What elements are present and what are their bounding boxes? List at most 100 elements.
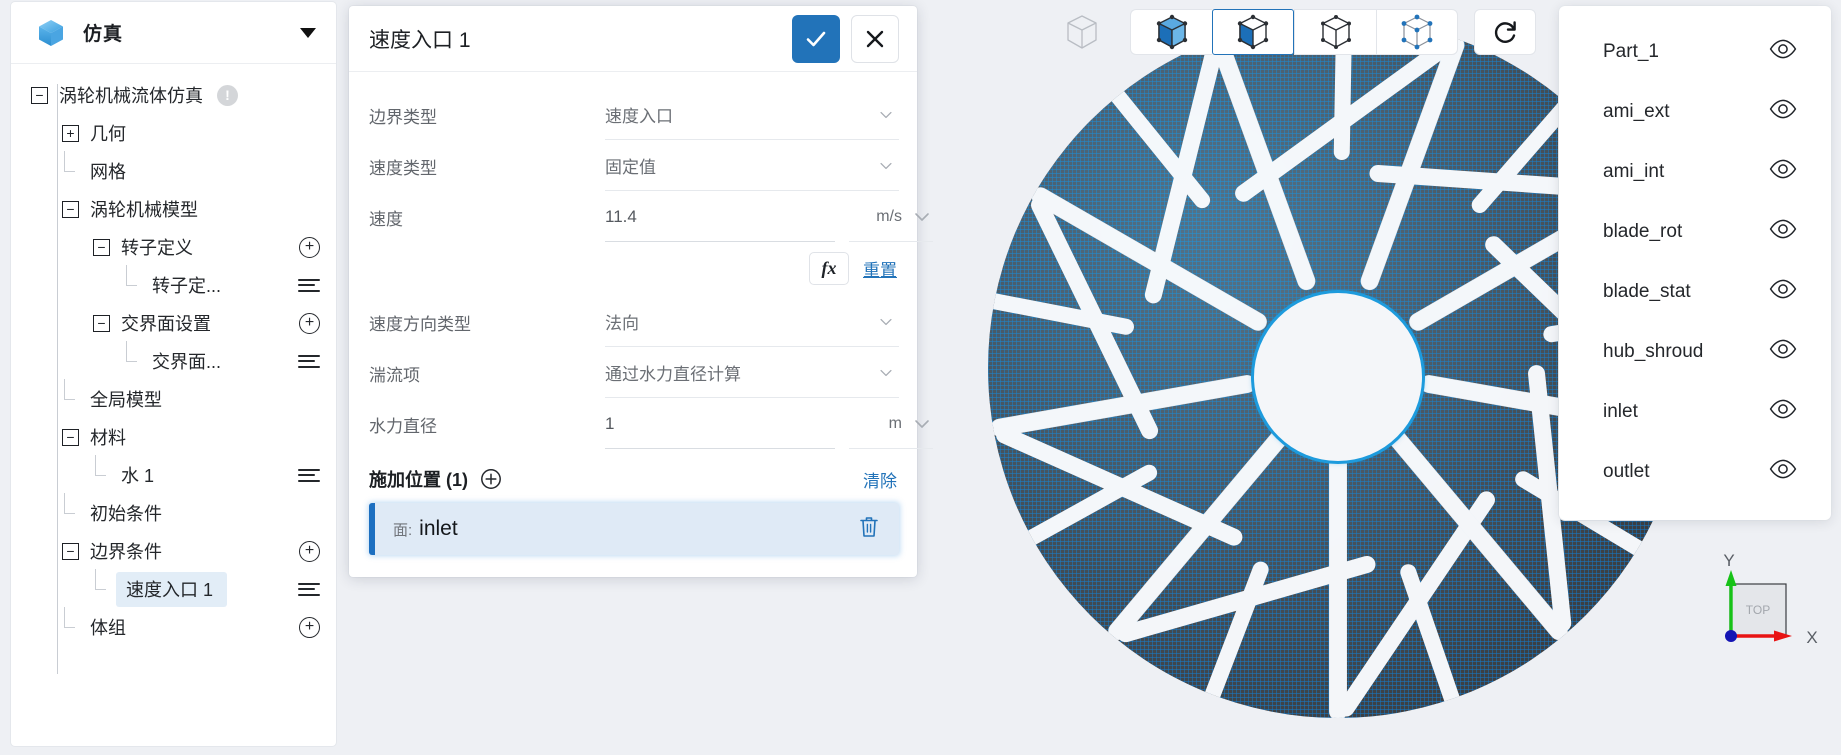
part-row[interactable]: blade_rot <box>1559 202 1831 262</box>
form-row: 水力直径 1 m <box>369 399 933 450</box>
part-row[interactable]: inlet <box>1559 382 1831 442</box>
field-input[interactable]: 1 <box>605 399 835 449</box>
confirm-button[interactable] <box>792 14 840 63</box>
part-row[interactable]: ami_int <box>1559 142 1831 202</box>
eye-icon[interactable] <box>1769 219 1797 245</box>
eye-icon[interactable] <box>1769 459 1797 485</box>
trash-icon[interactable] <box>857 514 881 545</box>
collapse-icon[interactable]: − <box>31 86 48 104</box>
tree-item-13[interactable]: 速度入口 1 <box>11 568 336 608</box>
item-menu-icon[interactable] <box>298 275 320 295</box>
shaded-view-button[interactable] <box>1130 9 1212 55</box>
item-menu-icon[interactable] <box>298 351 320 371</box>
collapse-icon[interactable]: − <box>93 238 110 256</box>
blade-slot-outer <box>988 291 1136 337</box>
part-row[interactable]: hub_shroud <box>1559 322 1831 382</box>
tree-elbow-icon <box>62 378 79 408</box>
item-menu-icon[interactable] <box>298 465 320 485</box>
collapse-icon[interactable]: − <box>62 542 79 560</box>
app-title: 仿真 <box>83 24 124 45</box>
cube-outline-icon <box>1060 10 1104 54</box>
add-item-icon[interactable]: + <box>299 540 320 562</box>
tree-item-2[interactable]: 网格 <box>11 150 336 190</box>
part-label: hub_shroud <box>1603 341 1704 362</box>
caret-down-icon[interactable] <box>300 27 316 38</box>
field-select[interactable]: 法向 <box>605 297 899 347</box>
field-value: 通过水力直径计算 <box>605 365 741 384</box>
tree-item-7[interactable]: 交界面... <box>11 340 336 380</box>
dialog-title: 速度入口 1 <box>369 28 471 52</box>
field-select[interactable]: 速度入口 <box>605 90 899 140</box>
tree-item-label: 全局模型 <box>90 390 162 410</box>
tree-item-14[interactable]: 体组 + <box>11 606 336 646</box>
part-row[interactable]: Part_1 <box>1559 22 1831 82</box>
tree-item-label: 涡轮机械流体仿真 <box>59 86 203 106</box>
triad-x-label: X <box>1806 628 1817 647</box>
tree-elbow-icon <box>124 340 141 370</box>
expand-icon[interactable]: + <box>62 124 79 142</box>
add-item-icon[interactable]: + <box>299 236 320 258</box>
blade-slot <box>1143 34 1318 306</box>
field-select[interactable]: 固定值 <box>605 141 899 191</box>
reset-link[interactable]: 重置 <box>863 256 897 281</box>
tree-elbow-icon <box>93 454 110 484</box>
view-mode-group[interactable] <box>1130 9 1458 55</box>
add-item-icon[interactable]: + <box>299 616 320 638</box>
plus-circle-icon[interactable] <box>480 468 502 490</box>
axis-triad[interactable]: TOP Y X <box>1700 548 1828 668</box>
part-label: outlet <box>1603 461 1650 482</box>
eye-icon[interactable] <box>1769 39 1797 65</box>
viewport-toolbar[interactable] <box>1060 9 1536 55</box>
eye-icon[interactable] <box>1769 279 1797 305</box>
eye-icon[interactable] <box>1769 339 1797 365</box>
field-input[interactable]: 11.4 <box>605 192 835 242</box>
tree-item-8[interactable]: 全局模型 <box>11 378 336 418</box>
boundary-condition-dialog[interactable]: 速度入口 1 边界类型 速度入口 速度类型 固定值 速度 11.4 m/s fx 重置 速度方向类… <box>349 6 933 577</box>
close-icon <box>866 30 884 47</box>
sidebar[interactable]: 仿真 − 涡轮机械流体仿真! + 几何 网格 − 涡轮机械模型 − 转子定义 + 转子定... − 交界… <box>11 2 336 746</box>
cancel-button[interactable] <box>851 14 899 63</box>
unit-select[interactable]: m <box>849 399 933 449</box>
tree-item-9[interactable]: − 材料 <box>11 418 336 456</box>
collapse-icon[interactable]: − <box>62 200 79 218</box>
wireframe-view-button[interactable] <box>1294 9 1376 55</box>
tree-item-10[interactable]: 水 1 <box>11 454 336 494</box>
eye-icon[interactable] <box>1769 399 1797 425</box>
parts-panel[interactable]: Part_1 ami_ext ami_int blade_rot blade_stath… <box>1559 6 1831 520</box>
tree-item-4[interactable]: − 转子定义 + <box>11 228 336 266</box>
tree-item-3[interactable]: − 涡轮机械模型 <box>11 190 336 228</box>
part-label: Part_1 <box>1603 41 1659 62</box>
tree-item-11[interactable]: 初始条件 <box>11 492 336 532</box>
collapse-icon[interactable]: − <box>62 428 79 446</box>
expression-button[interactable]: fx <box>809 252 849 285</box>
eye-icon[interactable] <box>1769 99 1797 125</box>
tree-item-label: 材料 <box>90 428 126 448</box>
form-row: 速度类型 固定值 <box>369 141 899 192</box>
model-tree[interactable]: − 涡轮机械流体仿真! + 几何 网格 − 涡轮机械模型 − 转子定义 + 转子定... − 交界面设置… <box>11 64 336 746</box>
field-select[interactable]: 通过水力直径计算 <box>605 348 899 398</box>
tree-item-1[interactable]: + 几何 <box>11 114 336 152</box>
part-row[interactable]: outlet <box>1559 442 1831 502</box>
tree-item-5[interactable]: 转子定... <box>11 264 336 304</box>
part-row[interactable]: blade_stat <box>1559 262 1831 322</box>
location-chip[interactable]: 面: inlet <box>369 503 899 555</box>
tree-item-6[interactable]: − 交界面设置 + <box>11 304 336 342</box>
reset-view-button[interactable] <box>1474 9 1536 55</box>
points-view-button[interactable] <box>1376 9 1458 55</box>
shaded-with-edges-view-button[interactable] <box>1212 9 1294 55</box>
clear-link[interactable]: 清除 <box>863 467 897 492</box>
part-label: ami_ext <box>1603 101 1670 122</box>
eye-icon[interactable] <box>1769 159 1797 185</box>
collapse-icon[interactable]: − <box>93 314 110 332</box>
unit-select[interactable]: m/s <box>849 192 933 242</box>
chevron-down-icon <box>915 419 929 428</box>
blade-slot-outer <box>1398 562 1463 710</box>
add-item-icon[interactable]: + <box>299 312 320 334</box>
item-menu-icon[interactable] <box>298 579 320 599</box>
part-row[interactable]: ami_ext <box>1559 82 1831 142</box>
tree-item-0[interactable]: − 涡轮机械流体仿真! <box>11 76 336 114</box>
location-header: 施加位置 (1) 清除 <box>369 450 899 503</box>
tree-item-12[interactable]: − 边界条件 + <box>11 532 336 570</box>
dialog-body[interactable]: 边界类型 速度入口 速度类型 固定值 速度 11.4 m/s fx 重置 速度方向类型 法向 湍流项 通… <box>349 72 933 555</box>
cube-logo-icon <box>35 17 67 49</box>
